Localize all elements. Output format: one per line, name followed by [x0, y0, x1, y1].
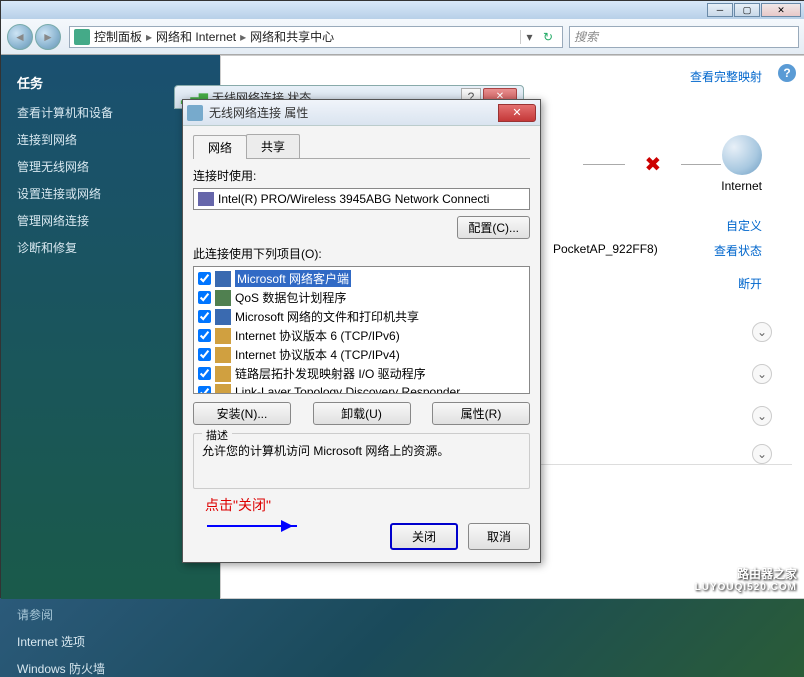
annotation-text: 点击"关闭"	[205, 495, 530, 515]
component-icon-4	[215, 347, 231, 363]
expand-button-3[interactable]: ⌄	[752, 406, 772, 426]
uninstall-button[interactable]: 卸载(U)	[313, 402, 411, 425]
configure-button[interactable]: 配置(C)...	[457, 216, 530, 239]
component-checkbox-5[interactable]	[198, 367, 211, 380]
component-item-1[interactable]: QoS 数据包计划程序	[196, 288, 527, 307]
properties-close-button[interactable]: ✕	[498, 104, 536, 122]
see-also-heading: 请参阅	[17, 606, 204, 623]
sidebar-item-1[interactable]: 连接到网络	[17, 131, 204, 148]
component-item-3[interactable]: Internet 协议版本 6 (TCP/IPv6)	[196, 326, 527, 345]
breadcrumb-0[interactable]: 控制面板	[94, 28, 142, 45]
component-properties-button[interactable]: 属性(R)	[432, 402, 530, 425]
maximize-button[interactable]: ▢	[734, 3, 760, 17]
component-item-2[interactable]: Microsoft 网络的文件和打印机共享	[196, 307, 527, 326]
properties-title: 无线网络连接 属性	[209, 104, 498, 121]
description-legend: 描述	[202, 427, 232, 443]
component-icon-1	[215, 290, 231, 306]
internet-label: Internet	[721, 179, 762, 193]
search-input[interactable]: 搜索	[569, 26, 799, 48]
component-label-5: 链路层拓扑发现映射器 I/O 驱动程序	[235, 365, 426, 382]
items-label: 此连接使用下列项目(O):	[193, 245, 530, 262]
sidebar-item-5[interactable]: 诊断和修复	[17, 239, 204, 256]
adapter-name: Intel(R) PRO/Wireless 3945ABG Network Co…	[218, 192, 489, 206]
view-status-link[interactable]: 查看状态	[714, 242, 762, 259]
minimize-button[interactable]: ─	[707, 3, 733, 17]
close-button[interactable]: ✕	[761, 3, 801, 17]
tab-network[interactable]: 网络	[193, 135, 247, 159]
expand-button-4[interactable]: ⌄	[752, 444, 772, 464]
description-box: 描述 允许您的计算机访问 Microsoft 网络上的资源。	[193, 433, 530, 489]
address-bar[interactable]: 控制面板▸ 网络和 Internet▸ 网络和共享中心 ▾ ↻	[69, 26, 563, 48]
expand-button-2[interactable]: ⌄	[752, 364, 772, 384]
component-checkbox-3[interactable]	[198, 329, 211, 342]
sidebar-item-4[interactable]: 管理网络连接	[17, 212, 204, 229]
watermark: 路由器之家 LUYOUQI520.COM	[695, 565, 797, 593]
component-checkbox-0[interactable]	[198, 272, 211, 285]
forward-button[interactable]: ►	[35, 24, 61, 50]
component-checkbox-4[interactable]	[198, 348, 211, 361]
window-titlebar: ─ ▢ ✕	[1, 1, 804, 19]
component-icon-2	[215, 309, 231, 325]
nic-icon	[198, 192, 214, 206]
expand-button-1[interactable]: ⌄	[752, 322, 772, 342]
see-also-0[interactable]: Internet 选项	[17, 633, 204, 650]
component-label-0: Microsoft 网络客户端	[235, 270, 351, 287]
component-icon-5	[215, 366, 231, 382]
adapter-field: Intel(R) PRO/Wireless 3945ABG Network Co…	[193, 188, 530, 210]
component-label-1: QoS 数据包计划程序	[235, 289, 346, 306]
wifi-name: PocketAP_922FF8)	[553, 242, 658, 259]
address-dropdown-icon[interactable]: ▾	[520, 30, 538, 44]
tab-sharing[interactable]: 共享	[246, 134, 300, 158]
toolbar: ◄ ► 控制面板▸ 网络和 Internet▸ 网络和共享中心 ▾ ↻ 搜索	[1, 19, 804, 55]
component-icon-0	[215, 271, 231, 287]
breadcrumb-2[interactable]: 网络和共享中心	[250, 28, 334, 45]
dialog-close-button[interactable]: 关闭	[390, 523, 458, 550]
description-text: 允许您的计算机访问 Microsoft 网络上的资源。	[202, 442, 521, 459]
connection-error-icon: ✖	[645, 152, 662, 177]
component-icon-6	[215, 384, 231, 394]
adapter-icon	[187, 105, 203, 121]
watermark-line1: 路由器之家	[695, 565, 797, 582]
properties-dialog: 无线网络连接 属性 ✕ 网络 共享 连接时使用: Intel(R) PRO/Wi…	[182, 99, 541, 563]
sidebar-item-2[interactable]: 管理无线网络	[17, 158, 204, 175]
annotation-arrow-icon	[207, 525, 297, 527]
control-panel-icon	[74, 29, 90, 45]
sidebar-item-3[interactable]: 设置连接或网络	[17, 185, 204, 202]
component-item-6[interactable]: Link-Layer Topology Discovery Responder	[196, 383, 527, 394]
breadcrumb-1[interactable]: 网络和 Internet	[156, 28, 236, 45]
disconnect-link[interactable]: 断开	[738, 275, 762, 292]
refresh-icon[interactable]: ↻	[538, 30, 558, 44]
connect-using-label: 连接时使用:	[193, 167, 530, 184]
dialog-cancel-button[interactable]: 取消	[468, 523, 530, 550]
view-full-map-link[interactable]: 查看完整映射	[233, 68, 762, 85]
back-button[interactable]: ◄	[7, 24, 33, 50]
component-checkbox-1[interactable]	[198, 291, 211, 304]
help-icon[interactable]: ?	[778, 64, 796, 82]
component-label-4: Internet 协议版本 4 (TCP/IPv4)	[235, 346, 400, 363]
component-checkbox-2[interactable]	[198, 310, 211, 323]
component-item-0[interactable]: Microsoft 网络客户端	[196, 269, 527, 288]
see-also-1[interactable]: Windows 防火墙	[17, 660, 204, 677]
component-item-5[interactable]: 链路层拓扑发现映射器 I/O 驱动程序	[196, 364, 527, 383]
globe-icon	[722, 135, 762, 175]
component-label-2: Microsoft 网络的文件和打印机共享	[235, 308, 419, 325]
internet-node: Internet	[721, 135, 762, 193]
component-item-4[interactable]: Internet 协议版本 4 (TCP/IPv4)	[196, 345, 527, 364]
component-icon-3	[215, 328, 231, 344]
properties-titlebar: 无线网络连接 属性 ✕	[183, 100, 540, 126]
install-button[interactable]: 安装(N)...	[193, 402, 291, 425]
component-label-3: Internet 协议版本 6 (TCP/IPv6)	[235, 327, 400, 344]
component-label-6: Link-Layer Topology Discovery Responder	[235, 385, 460, 394]
component-list[interactable]: Microsoft 网络客户端 QoS 数据包计划程序 Microsoft 网络的文…	[193, 266, 530, 394]
watermark-line2: LUYOUQI520.COM	[695, 582, 797, 593]
component-checkbox-6[interactable]	[198, 386, 211, 395]
